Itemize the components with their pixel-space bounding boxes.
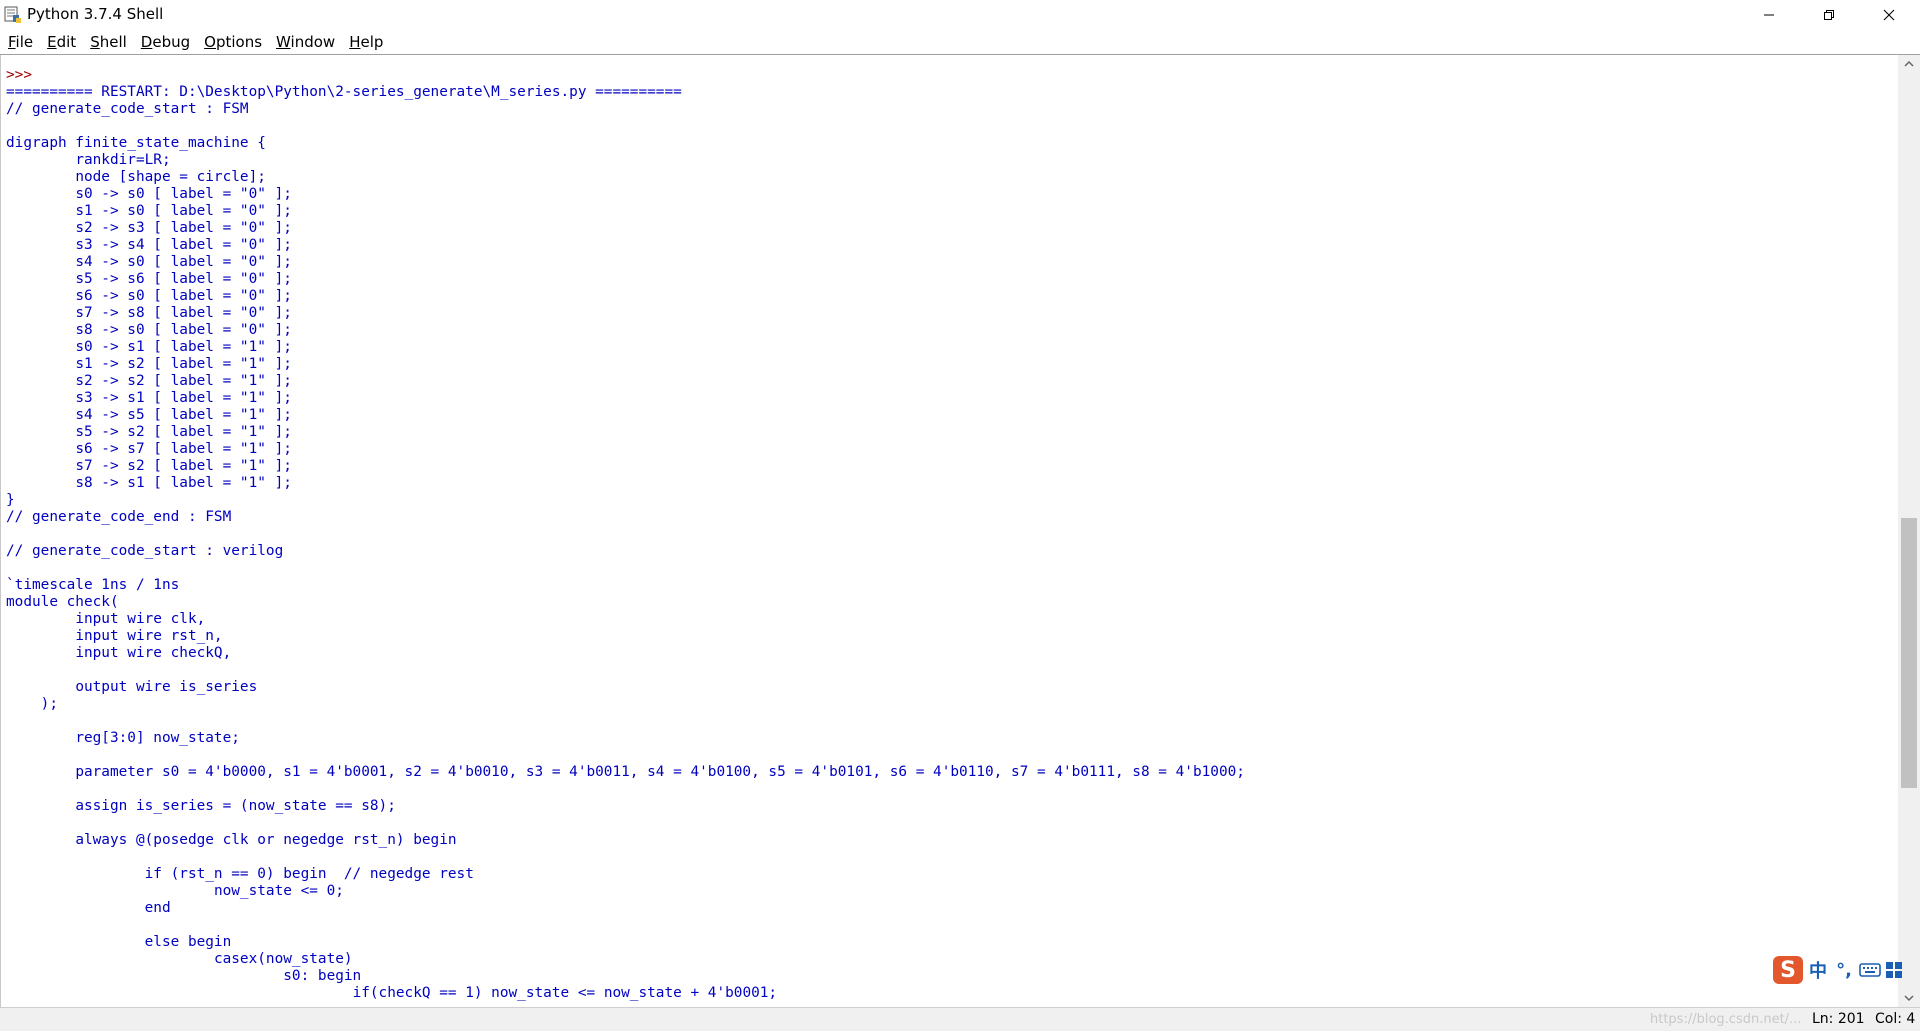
shell-line: s3 -> s4 [ label = "0" ]; — [6, 237, 292, 253]
scroll-down-button[interactable] — [1898, 989, 1920, 1007]
shell-line: end — [6, 900, 171, 916]
shell-line: s6 -> s7 [ label = "1" ]; — [6, 441, 292, 457]
shell-line: now_state <= 0; — [6, 883, 344, 899]
menu-mnemonic: W — [276, 33, 291, 51]
menu-label-rest: dit — [56, 33, 77, 51]
shell-line: s0 -> s0 [ label = "0" ]; — [6, 186, 292, 202]
grid-icon[interactable] — [1885, 961, 1903, 979]
status-bar: https://blog.csdn.net/... Ln: 201 Col: 4 — [0, 1007, 1920, 1031]
shell-line: digraph finite_state_machine { — [6, 135, 266, 151]
shell-line: assign is_series = (now_state == s8); — [6, 798, 396, 814]
shell-line: // generate_code_start : verilog — [6, 543, 284, 559]
shell-line: if(checkQ == 1) now_state <= now_state +… — [6, 985, 778, 1001]
restore-icon — [1824, 10, 1834, 20]
menu-edit[interactable]: Edit — [40, 30, 83, 54]
menu-bar: File Edit Shell Debug Options Window Help — [0, 30, 1920, 54]
ime-language-toggle[interactable]: 中 — [1807, 957, 1829, 983]
shell-line: // generate_code_start : FSM — [6, 101, 249, 117]
menu-mnemonic: D — [140, 33, 153, 51]
shell-line: input wire rst_n, — [6, 628, 223, 644]
python-idle-icon — [4, 6, 21, 23]
menu-shell[interactable]: Shell — [83, 30, 134, 54]
shell-line: if (rst_n == 0) begin // negedge rest — [6, 866, 474, 882]
menu-mnemonic: H — [349, 33, 361, 51]
menu-file[interactable]: File — [1, 30, 40, 54]
shell-line: output wire is_series — [6, 679, 258, 695]
shell-line: s1 -> s2 [ label = "1" ]; — [6, 356, 292, 372]
scroll-up-button[interactable] — [1898, 55, 1920, 73]
status-line-number: Ln: 201 — [1812, 1011, 1865, 1027]
menu-label-rest: ile — [15, 33, 34, 51]
shell-line: s2 -> s2 [ label = "1" ]; — [6, 373, 292, 389]
menu-mnemonic: E — [47, 33, 57, 51]
menu-window[interactable]: Window — [269, 30, 342, 54]
keyboard-icon[interactable] — [1859, 962, 1881, 978]
restore-button[interactable] — [1800, 0, 1858, 30]
menu-label-rest: elp — [360, 33, 384, 51]
window-title: Python 3.7.4 Shell — [27, 5, 164, 23]
shell-line: parameter s0 = 4'b0000, s1 = 4'b0001, s2… — [6, 764, 1245, 780]
shell-line: else begin — [6, 934, 232, 950]
menu-help[interactable]: Help — [342, 30, 390, 54]
title-bar: Python 3.7.4 Shell — [0, 0, 1920, 30]
shell-line: `timescale 1ns / 1ns — [6, 577, 180, 593]
menu-mnemonic: F — [8, 33, 16, 51]
ime-punctuation-toggle[interactable]: °, — [1833, 960, 1855, 981]
shell-line: s0 -> s1 [ label = "1" ]; — [6, 339, 292, 355]
shell-line: always @(posedge clk or negedge rst_n) b… — [6, 832, 457, 848]
menu-debug[interactable]: Debug — [134, 30, 197, 54]
shell-line: s8 -> s0 [ label = "0" ]; — [6, 322, 292, 338]
close-icon — [1883, 9, 1895, 21]
menu-label-rest: indow — [290, 33, 336, 51]
menu-label-rest: ptions — [215, 33, 263, 51]
shell-line: ========== RESTART: D:\Desktop\Python\2-… — [6, 84, 682, 100]
shell-line: rankdir=LR; — [6, 152, 171, 168]
scrollbar-thumb[interactable] — [1901, 518, 1917, 788]
shell-line: reg[3:0] now_state; — [6, 730, 240, 746]
shell-line: s1 -> s0 [ label = "0" ]; — [6, 203, 292, 219]
shell-line: module check( — [6, 594, 119, 610]
shell-line: s7 -> s8 [ label = "0" ]; — [6, 305, 292, 321]
shell-line: s3 -> s1 [ label = "1" ]; — [6, 390, 292, 406]
shell-text-area[interactable]: >>> ========== RESTART: D:\Desktop\Pytho… — [0, 55, 1899, 1007]
shell-line: input wire clk, — [6, 611, 206, 627]
shell-line: s4 -> s5 [ label = "1" ]; — [6, 407, 292, 423]
shell-line: node [shape = circle]; — [6, 169, 266, 185]
shell-line: } — [6, 492, 15, 508]
vertical-scrollbar[interactable] — [1898, 55, 1920, 1007]
shell-line: s7 -> s2 [ label = "1" ]; — [6, 458, 292, 474]
shell-line: input wire checkQ, — [6, 645, 232, 661]
shell-line: s6 -> s0 [ label = "0" ]; — [6, 288, 292, 304]
shell-line: ); — [6, 696, 58, 712]
shell-line: s4 -> s0 [ label = "0" ]; — [6, 254, 292, 270]
menu-options[interactable]: Options — [197, 30, 269, 54]
chevron-down-icon — [1904, 995, 1914, 1001]
chevron-up-icon — [1904, 61, 1914, 67]
minimize-button[interactable] — [1740, 0, 1798, 30]
sogou-ime-logo[interactable]: S — [1773, 956, 1803, 984]
shell-output[interactable]: >>> ========== RESTART: D:\Desktop\Pytho… — [1, 55, 1899, 1002]
ime-toolbar[interactable]: S 中 °, — [1773, 956, 1903, 984]
shell-line: casex(now_state) — [6, 951, 353, 967]
status-column-number: Col: 4 — [1875, 1011, 1916, 1027]
shell-line: s5 -> s6 [ label = "0" ]; — [6, 271, 292, 287]
shell-line: s5 -> s2 [ label = "1" ]; — [6, 424, 292, 440]
menu-label-rest: hell — [99, 33, 127, 51]
minimize-icon — [1764, 14, 1774, 16]
menu-mnemonic: S — [90, 33, 100, 51]
close-button[interactable] — [1860, 0, 1918, 30]
shell-prompt: >>> — [6, 67, 32, 83]
watermark-text: https://blog.csdn.net/... — [1650, 1012, 1802, 1027]
shell-line: // generate_code_end : FSM — [6, 509, 232, 525]
shell-output-lines: ========== RESTART: D:\Desktop\Python\2-… — [6, 84, 1245, 1001]
shell-line: s8 -> s1 [ label = "1" ]; — [6, 475, 292, 491]
shell-line: s2 -> s3 [ label = "0" ]; — [6, 220, 292, 236]
menu-mnemonic: O — [204, 33, 216, 51]
shell-line: s0: begin — [6, 968, 362, 984]
menu-label-rest: ebug — [152, 33, 191, 51]
